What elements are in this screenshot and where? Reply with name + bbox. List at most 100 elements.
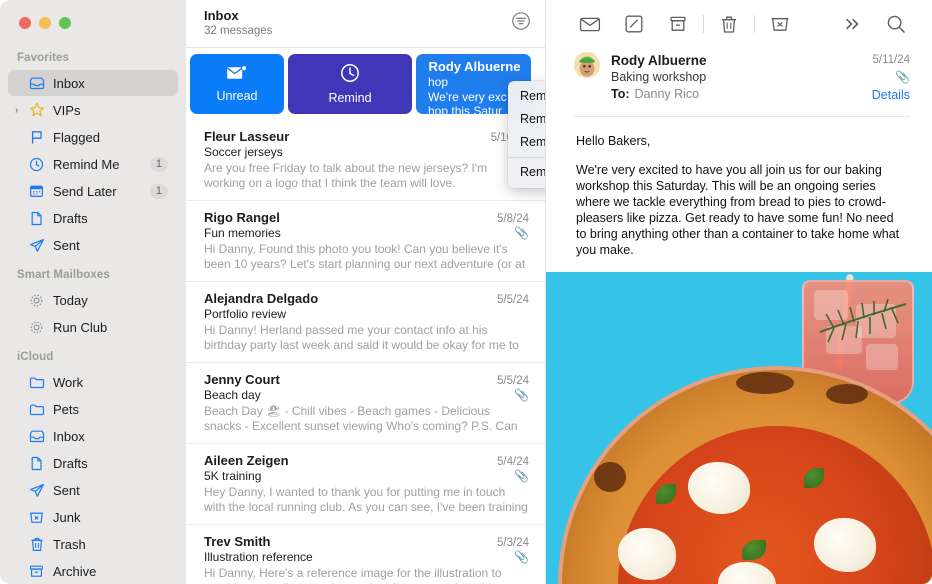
sidebar-item-label: VIPs — [53, 102, 81, 118]
sidebar-item-label: Send Later — [53, 183, 117, 199]
char-spot — [736, 372, 794, 394]
swipe-action-row: Unread Remind Rody Albuerne hop We're ve… — [186, 48, 545, 120]
unread-badge: 1 — [149, 183, 168, 199]
reader-header-meta: 5/11/24 📎 Details — [838, 52, 910, 104]
message-row-top: Trev Smith 5/3/24 — [204, 534, 529, 549]
sidebar-item-vips[interactable]: › VIPs — [8, 97, 178, 123]
details-link[interactable]: Details — [838, 86, 910, 104]
sidebar-item-inbox[interactable]: Inbox — [8, 70, 178, 96]
table-row[interactable]: Jenny Court 5/5/24 Beach day 📎 Beach Day… — [186, 363, 545, 444]
paperclip-icon: 📎 — [514, 550, 529, 564]
gear-icon — [27, 319, 46, 335]
sidebar-item-icloud-sent[interactable]: Sent — [8, 477, 178, 503]
sidebar-item-today[interactable]: Today — [8, 287, 178, 313]
message-body: Hello Bakers, We're very excited to have… — [546, 117, 932, 272]
mozzarella — [688, 462, 750, 514]
message-row-top: Fleur Lasseur 5/10/24 — [204, 129, 529, 144]
calendar-icon — [27, 183, 46, 199]
swipe-action-remind[interactable]: Remind — [288, 54, 412, 114]
junk-icon[interactable] — [758, 9, 802, 39]
archive-icon — [27, 563, 46, 579]
message-row-subject: Portfolio review — [204, 307, 529, 321]
message-preview: Hi Danny, Here's a reference image for t… — [204, 566, 502, 584]
body-greeting: Hello Bakers, — [576, 134, 651, 148]
mozzarella — [618, 528, 676, 580]
table-row[interactable]: Rigo Rangel 5/8/24 Fun memories 📎 Hi Dan… — [186, 201, 545, 282]
sidebar-item-label: Trash — [53, 536, 86, 552]
menu-item-remind-in-1-hour[interactable]: Remind Me in 1 Hour — [508, 85, 545, 108]
chevron-right-icon[interactable]: › — [15, 105, 18, 116]
message-sender: Rody Albuerne — [611, 53, 707, 68]
message-list-header: Inbox 32 messages — [186, 0, 545, 48]
message-subject: Soccer jerseys — [204, 145, 283, 159]
unread-badge: 1 — [149, 156, 168, 172]
sidebar-item-remind-me[interactable]: Remind Me 1 — [8, 151, 178, 177]
reader-header: Rody Albuerne Baking workshop To: Danny R… — [546, 48, 932, 116]
menu-item-remind-tonight[interactable]: Remind Me Tonight — [508, 108, 545, 131]
archive-icon[interactable] — [656, 9, 700, 39]
message-date: 5/11/24 — [872, 54, 910, 66]
table-row[interactable]: Trev Smith 5/3/24 Illustration reference… — [186, 525, 545, 584]
minimize-button[interactable] — [39, 17, 51, 29]
inbox-icon — [27, 428, 46, 444]
mark-unread-icon[interactable] — [568, 9, 612, 39]
message-row-top: Aileen Zeigen 5/4/24 — [204, 453, 529, 468]
message-preview: Hi Danny! Herland passed me your contact… — [204, 323, 519, 352]
compose-icon[interactable] — [612, 9, 656, 39]
message-row-subject: Soccer jerseys — [204, 145, 529, 159]
sidebar: Favorites Inbox › VIPs Flagged Remind Me… — [0, 0, 186, 584]
sidebar-item-send-later[interactable]: Send Later 1 — [8, 178, 178, 204]
sidebar-item-run-club[interactable]: Run Club — [8, 314, 178, 340]
rosemary-sprig-icon — [819, 298, 907, 343]
trash-icon[interactable] — [707, 9, 751, 39]
message-sender: Rigo Rangel — [204, 210, 280, 225]
sidebar-item-icloud-inbox[interactable]: Inbox — [8, 423, 178, 449]
sidebar-item-work[interactable]: Work — [8, 369, 178, 395]
sidebar-item-label: Remind Me — [53, 156, 120, 172]
reader-toolbar — [546, 0, 932, 48]
message-row-subject: Illustration reference 📎 — [204, 550, 529, 564]
table-row[interactable]: Fleur Lasseur 5/10/24 Soccer jerseys Are… — [186, 120, 545, 201]
menu-item-remind-later[interactable]: Remind Me Later… — [508, 161, 545, 184]
message-sender: Aileen Zeigen — [204, 453, 289, 468]
table-row[interactable]: Aileen Zeigen 5/4/24 5K training 📎 Hey D… — [186, 444, 545, 525]
message-sender: Alejandra Delgado — [204, 291, 319, 306]
filter-icon[interactable] — [511, 11, 531, 36]
menu-separator — [508, 157, 545, 158]
sidebar-item-drafts[interactable]: Drafts — [8, 205, 178, 231]
swipe-action-unread[interactable]: Unread — [190, 54, 284, 114]
search-icon[interactable] — [874, 9, 918, 39]
mail-window: Favorites Inbox › VIPs Flagged Remind Me… — [0, 0, 932, 584]
document-icon — [27, 210, 46, 226]
avatar[interactable] — [574, 52, 600, 78]
sidebar-section-smart-mailboxes-title: Smart Mailboxes — [17, 269, 110, 281]
zoom-button[interactable] — [59, 17, 71, 29]
char-spot — [594, 462, 626, 492]
message-list: Inbox 32 messages Unread Remind Rody Alb… — [186, 0, 546, 584]
clock-icon — [27, 156, 46, 172]
sidebar-item-sent[interactable]: Sent — [8, 232, 178, 258]
more-chevrons-icon[interactable] — [830, 9, 874, 39]
remind-me-context-menu: Remind Me in 1 Hour Remind Me Tonight Re… — [508, 81, 545, 188]
char-spot — [826, 384, 868, 404]
swipe-action-label: Unread — [216, 89, 258, 103]
sidebar-item-junk[interactable]: Junk — [8, 504, 178, 530]
sidebar-section-favorites-title: Favorites — [17, 52, 70, 64]
sidebar-item-flagged[interactable]: Flagged — [8, 124, 178, 150]
message-subject: Portfolio review — [204, 307, 287, 321]
message-list-titles: Inbox 32 messages — [204, 8, 511, 39]
window-traffic-lights — [0, 0, 186, 42]
sidebar-item-trash[interactable]: Trash — [8, 531, 178, 557]
toolbar-separator — [703, 15, 704, 33]
message-date: 5/3/24 — [497, 537, 529, 549]
message-sender: Jenny Court — [204, 372, 280, 387]
sidebar-item-archive[interactable]: Archive — [8, 558, 178, 584]
menu-item-remind-tomorrow[interactable]: Remind Me Tomorrow — [508, 131, 545, 154]
sidebar-item-icloud-drafts[interactable]: Drafts — [8, 450, 178, 476]
sidebar-item-pets[interactable]: Pets — [8, 396, 178, 422]
close-button[interactable] — [19, 17, 31, 29]
message-sender: Fleur Lasseur — [204, 129, 290, 144]
attachment-photo[interactable] — [546, 272, 932, 584]
message-row-top: Alejandra Delgado 5/5/24 — [204, 291, 529, 306]
table-row[interactable]: Alejandra Delgado 5/5/24 Portfolio revie… — [186, 282, 545, 363]
